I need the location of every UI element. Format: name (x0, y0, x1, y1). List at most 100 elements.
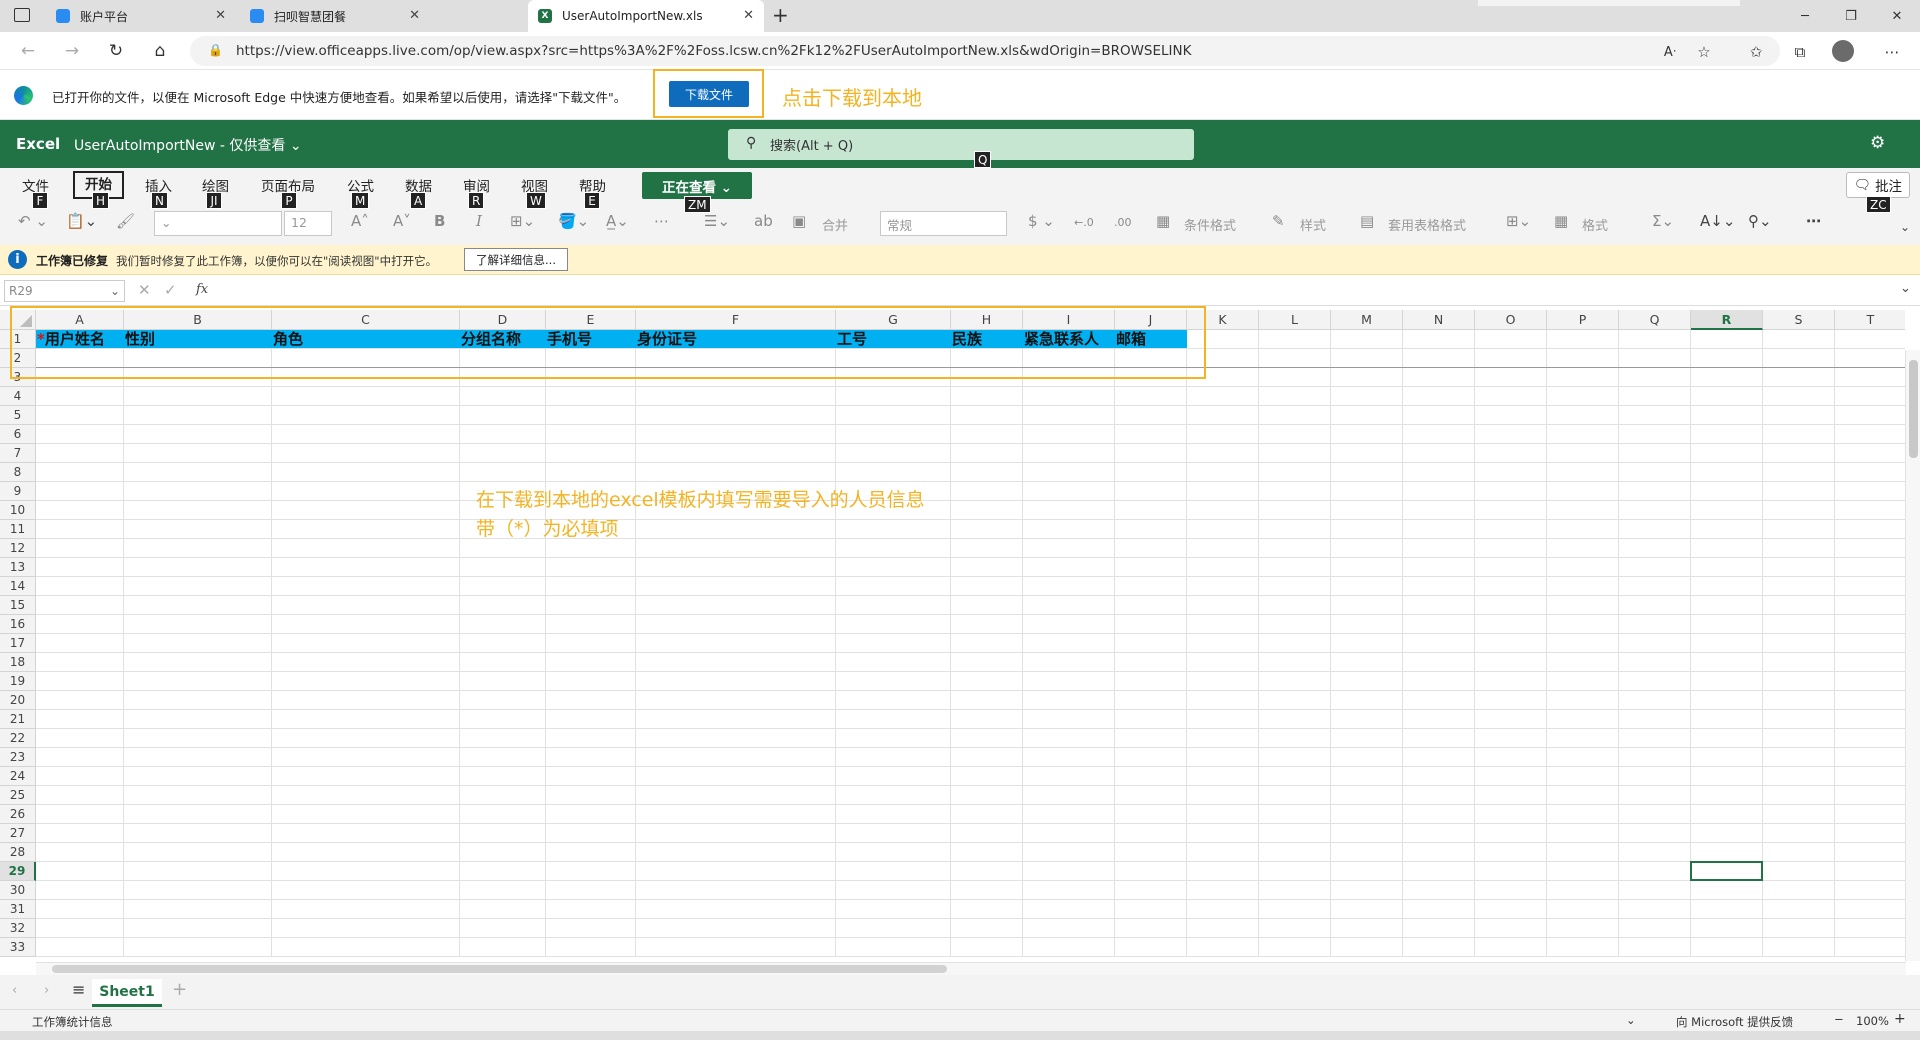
formula-input[interactable] (220, 280, 1890, 302)
zoom-in-icon[interactable]: + (1894, 1011, 1906, 1027)
column-header[interactable]: M (1331, 310, 1403, 330)
cancel-icon[interactable]: ✕ (138, 281, 151, 299)
close-tab-icon[interactable]: ✕ (409, 8, 420, 23)
column-header[interactable]: T (1835, 310, 1905, 330)
avatar[interactable] (1832, 40, 1854, 62)
row-header[interactable]: 24 (0, 767, 36, 786)
learn-more-button[interactable]: 了解详细信息... (464, 248, 568, 271)
browser-tab-canteen[interactable]: 扫呗智慧团餐 ✕ (240, 0, 430, 32)
browser-tab-account[interactable]: 账户平台 ✕ (46, 0, 236, 32)
row-header[interactable]: 27 (0, 824, 36, 843)
font-color-icon[interactable]: A̲⌄ (606, 212, 629, 230)
back-icon[interactable]: ← (14, 39, 42, 63)
format-as-table-icon[interactable]: ▤ (1360, 212, 1374, 230)
row-header[interactable]: 11 (0, 520, 36, 539)
scrollbar-thumb[interactable] (1909, 360, 1918, 458)
all-sheets-icon[interactable]: ≡ (72, 980, 85, 999)
format-cells-icon[interactable]: ▦ (1554, 212, 1568, 230)
wrap-text-icon[interactable]: ab (754, 212, 773, 230)
autosum-icon[interactable]: Σ⌄ (1652, 212, 1674, 230)
home-icon[interactable]: ⌂ (146, 39, 174, 63)
conditional-format-icon[interactable]: ▦ (1156, 212, 1170, 230)
conditional-format-label[interactable]: 条件格式 (1184, 215, 1236, 234)
styles-icon[interactable]: ✎ (1272, 212, 1285, 230)
font-size-select[interactable]: 12 (284, 211, 332, 236)
prev-sheet-icon[interactable]: ‹ (12, 983, 17, 998)
row-header[interactable]: 7 (0, 444, 36, 463)
more-commands-icon[interactable]: ⋯ (1806, 212, 1821, 230)
favorite-add-icon[interactable]: ☆ (1692, 41, 1716, 63)
merge-icon[interactable]: ▣ (792, 212, 806, 230)
active-cell[interactable] (1690, 861, 1763, 881)
bold-icon[interactable]: B (434, 212, 445, 230)
viewing-mode-button[interactable]: 正在查看 ⌄ (642, 172, 752, 199)
row-header[interactable]: 13 (0, 558, 36, 577)
minimize-button[interactable]: ─ (1782, 0, 1828, 32)
collections-icon[interactable]: ⧉ (1788, 41, 1812, 63)
column-header[interactable]: N (1403, 310, 1475, 330)
horizontal-scrollbar[interactable] (36, 962, 1906, 975)
insert-cells-icon[interactable]: ⊞⌄ (1506, 212, 1531, 230)
close-tab-icon[interactable]: ✕ (215, 8, 226, 23)
italic-icon[interactable]: I (476, 212, 482, 230)
paste-icon[interactable]: 📋⌄ (66, 212, 97, 230)
chevron-down-icon[interactable]: ⌄ (1626, 1013, 1636, 1027)
currency-icon[interactable]: $ ⌄ (1028, 212, 1055, 230)
row-header[interactable]: 16 (0, 615, 36, 634)
row-header[interactable]: 30 (0, 881, 36, 900)
row-header[interactable]: 19 (0, 672, 36, 691)
format-as-table-label[interactable]: 套用表格格式 (1388, 215, 1466, 234)
column-header[interactable]: R (1691, 310, 1763, 330)
column-header[interactable]: O (1475, 310, 1547, 330)
align-icon[interactable]: ☰⌄ (704, 212, 730, 230)
name-box[interactable]: R29 ⌄ (4, 280, 125, 302)
increase-decimal-icon[interactable]: ←.0 (1074, 216, 1094, 229)
vertical-scrollbar[interactable] (1905, 350, 1920, 961)
column-header[interactable]: Q (1619, 310, 1691, 330)
row-header[interactable]: 23 (0, 748, 36, 767)
workbook-stats[interactable]: 工作簿统计信息 (32, 1014, 113, 1030)
more-icon[interactable]: ⋯ (1880, 41, 1904, 63)
close-window-button[interactable]: ✕ (1874, 0, 1920, 32)
row-header[interactable]: 12 (0, 539, 36, 558)
close-tab-icon[interactable]: ✕ (743, 8, 754, 23)
new-tab-button[interactable]: + (772, 3, 789, 27)
feedback-link[interactable]: 向 Microsoft 提供反馈 (1676, 1014, 1793, 1030)
row-header[interactable]: 29 (0, 862, 36, 881)
row-header[interactable]: 18 (0, 653, 36, 672)
gear-icon[interactable]: ⚙ (1870, 133, 1885, 153)
row-header[interactable]: 9 (0, 482, 36, 501)
borders-icon[interactable]: ⊞⌄ (510, 212, 535, 230)
row-header[interactable]: 15 (0, 596, 36, 615)
column-header[interactable]: P (1547, 310, 1619, 330)
number-format-select[interactable]: 常规 (880, 211, 1007, 236)
search-input[interactable]: ⚲ 搜索(Alt + Q) (728, 129, 1194, 160)
row-header[interactable]: 31 (0, 900, 36, 919)
row-header[interactable]: 22 (0, 729, 36, 748)
grow-font-icon[interactable]: A˄ (351, 212, 369, 230)
expand-formula-icon[interactable]: ⌄ (1900, 281, 1911, 296)
zoom-level[interactable]: 100% (1856, 1014, 1889, 1028)
browser-tab-excel[interactable]: X UserAutoImportNew.xls ✕ (528, 0, 764, 32)
column-header[interactable]: L (1259, 310, 1331, 330)
refresh-icon[interactable]: ↻ (102, 39, 130, 63)
row-header[interactable]: 26 (0, 805, 36, 824)
spreadsheet-grid[interactable]: A B C D E F G H I J K L M N O P Q R S T 1 2 3 4 5 6 7 8 9 10 11 12 13 14 1… (0, 310, 1905, 960)
favorites-icon[interactable]: ✩ (1744, 41, 1768, 63)
add-sheet-icon[interactable]: + (172, 979, 187, 1000)
sheet-tab[interactable]: Sheet1 (92, 979, 162, 1007)
ribbon-expand-icon[interactable]: ⌄ (1900, 220, 1910, 234)
download-file-button[interactable]: 下载文件 (669, 81, 749, 107)
undo-icon[interactable]: ↶ ⌄ (18, 212, 48, 230)
next-sheet-icon[interactable]: › (44, 983, 49, 998)
url-field[interactable]: 🔒 https://view.officeapps.live.com/op/vi… (190, 36, 1780, 66)
find-icon[interactable]: ⚲⌄ (1748, 212, 1772, 230)
decrease-decimal-icon[interactable]: .00 (1114, 216, 1132, 229)
styles-label[interactable]: 样式 (1300, 215, 1326, 234)
column-header[interactable]: S (1763, 310, 1835, 330)
row-header[interactable]: 6 (0, 425, 36, 444)
row-header[interactable]: 21 (0, 710, 36, 729)
tab-actions-icon[interactable] (14, 8, 30, 22)
row-header[interactable]: 8 (0, 463, 36, 482)
row-header[interactable]: 28 (0, 843, 36, 862)
